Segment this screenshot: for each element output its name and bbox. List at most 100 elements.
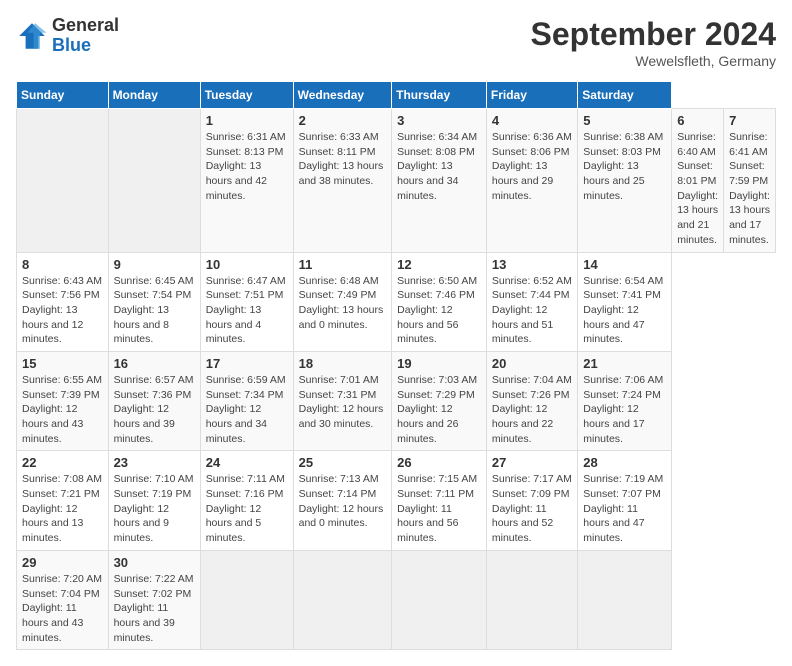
day-number: 15 (22, 356, 103, 371)
day-number: 5 (583, 113, 666, 128)
day-of-week-header: Thursday (392, 82, 487, 109)
day-info: Sunrise: 6:47 AMSunset: 7:51 PMDaylight:… (206, 275, 286, 346)
day-info: Sunrise: 7:10 AMSunset: 7:19 PMDaylight:… (114, 473, 194, 544)
day-number: 16 (114, 356, 195, 371)
day-number: 20 (492, 356, 572, 371)
calendar-header-row: SundayMondayTuesdayWednesdayThursdayFrid… (17, 82, 776, 109)
day-info: Sunrise: 7:20 AMSunset: 7:04 PMDaylight:… (22, 573, 102, 644)
calendar-day-cell: 14 Sunrise: 6:54 AMSunset: 7:41 PMDayligh… (578, 252, 672, 351)
day-number: 29 (22, 555, 103, 570)
calendar-day-cell: 7Sunrise: 6:41 AMSunset: 7:59 PMDaylight… (724, 109, 776, 253)
calendar-day-cell: 12 Sunrise: 6:50 AMSunset: 7:46 PMDayligh… (392, 252, 487, 351)
day-info: Sunrise: 7:01 AMSunset: 7:31 PMDaylight:… (299, 374, 384, 430)
calendar-day-cell: 5 Sunrise: 6:38 AMSunset: 8:03 PMDaylight… (578, 109, 672, 253)
calendar-day-cell (293, 550, 392, 649)
day-number: 26 (397, 455, 481, 470)
day-info: Sunrise: 6:31 AMSunset: 8:13 PMDaylight:… (206, 131, 286, 202)
day-info: Sunrise: 6:45 AMSunset: 7:54 PMDaylight:… (114, 275, 194, 346)
calendar-day-cell: 10 Sunrise: 6:47 AMSunset: 7:51 PMDayligh… (200, 252, 293, 351)
day-info: Sunrise: 7:11 AMSunset: 7:16 PMDaylight:… (206, 473, 285, 544)
calendar-body: 1 Sunrise: 6:31 AMSunset: 8:13 PMDaylight… (17, 109, 776, 650)
day-number: 14 (583, 257, 666, 272)
calendar-day-cell: 24 Sunrise: 7:11 AMSunset: 7:16 PMDayligh… (200, 451, 293, 550)
day-info: Sunrise: 7:15 AMSunset: 7:11 PMDaylight:… (397, 473, 477, 544)
calendar-day-cell: 25Sunrise: 7:13 AMSunset: 7:14 PMDayligh… (293, 451, 392, 550)
day-number: 19 (397, 356, 481, 371)
calendar-day-cell: 1 Sunrise: 6:31 AMSunset: 8:13 PMDaylight… (200, 109, 293, 253)
calendar-week-row: 22 Sunrise: 7:08 AMSunset: 7:21 PMDayligh… (17, 451, 776, 550)
day-number: 13 (492, 257, 572, 272)
calendar-day-cell: 6 Sunrise: 6:40 AMSunset: 8:01 PMDaylight… (672, 109, 724, 253)
day-number: 30 (114, 555, 195, 570)
day-of-week-header: Monday (108, 82, 200, 109)
calendar-table: SundayMondayTuesdayWednesdayThursdayFrid… (16, 81, 776, 650)
day-info: Sunrise: 6:48 AMSunset: 7:49 PMDaylight:… (299, 275, 384, 331)
day-info: Sunrise: 7:03 AMSunset: 7:29 PMDaylight:… (397, 374, 477, 445)
calendar-day-cell: 4 Sunrise: 6:36 AMSunset: 8:06 PMDaylight… (486, 109, 577, 253)
day-of-week-header: Tuesday (200, 82, 293, 109)
calendar-day-cell: 27 Sunrise: 7:17 AMSunset: 7:09 PMDayligh… (486, 451, 577, 550)
calendar-day-cell: 18 Sunrise: 7:01 AMSunset: 7:31 PMDayligh… (293, 351, 392, 450)
day-info: Sunrise: 6:40 AMSunset: 8:01 PMDaylight:… (677, 131, 718, 246)
day-number: 27 (492, 455, 572, 470)
calendar-day-cell: 13 Sunrise: 6:52 AMSunset: 7:44 PMDayligh… (486, 252, 577, 351)
calendar-week-row: 1 Sunrise: 6:31 AMSunset: 8:13 PMDaylight… (17, 109, 776, 253)
calendar-day-cell: 19 Sunrise: 7:03 AMSunset: 7:29 PMDayligh… (392, 351, 487, 450)
day-info: Sunrise: 7:13 AMSunset: 7:14 PMDaylight:… (299, 473, 384, 529)
calendar-day-cell: 22 Sunrise: 7:08 AMSunset: 7:21 PMDayligh… (17, 451, 109, 550)
day-info: Sunrise: 6:54 AMSunset: 7:41 PMDaylight:… (583, 275, 663, 346)
title-block: September 2024 Wewelsfleth, Germany (531, 16, 776, 69)
day-info: Sunrise: 7:17 AMSunset: 7:09 PMDaylight:… (492, 473, 572, 544)
calendar-day-cell (200, 550, 293, 649)
day-info: Sunrise: 6:55 AMSunset: 7:39 PMDaylight:… (22, 374, 102, 445)
day-number: 22 (22, 455, 103, 470)
day-number: 18 (299, 356, 387, 371)
day-info: Sunrise: 6:50 AMSunset: 7:46 PMDaylight:… (397, 275, 477, 346)
calendar-week-row: 15 Sunrise: 6:55 AMSunset: 7:39 PMDayligh… (17, 351, 776, 450)
calendar-day-cell: 17 Sunrise: 6:59 AMSunset: 7:34 PMDayligh… (200, 351, 293, 450)
calendar-day-cell: 15 Sunrise: 6:55 AMSunset: 7:39 PMDayligh… (17, 351, 109, 450)
calendar-day-cell (486, 550, 577, 649)
day-info: Sunrise: 6:36 AMSunset: 8:06 PMDaylight:… (492, 131, 572, 202)
day-number: 1 (206, 113, 288, 128)
logo: General Blue (16, 16, 119, 56)
day-number: 12 (397, 257, 481, 272)
day-info: Sunrise: 6:52 AMSunset: 7:44 PMDaylight:… (492, 275, 572, 346)
calendar-week-row: 8Sunrise: 6:43 AMSunset: 7:56 PMDaylight… (17, 252, 776, 351)
page-header: General Blue September 2024 Wewelsfleth,… (16, 16, 776, 69)
logo-text: General Blue (52, 16, 119, 56)
empty-cell (108, 109, 200, 253)
calendar-day-cell: 3 Sunrise: 6:34 AMSunset: 8:08 PMDaylight… (392, 109, 487, 253)
day-info: Sunrise: 7:22 AMSunset: 7:02 PMDaylight:… (114, 573, 194, 644)
day-info: Sunrise: 6:59 AMSunset: 7:34 PMDaylight:… (206, 374, 286, 445)
day-number: 2 (299, 113, 387, 128)
day-info: Sunrise: 7:08 AMSunset: 7:21 PMDaylight:… (22, 473, 102, 544)
location: Wewelsfleth, Germany (531, 53, 776, 69)
calendar-day-cell: 8Sunrise: 6:43 AMSunset: 7:56 PMDaylight… (17, 252, 109, 351)
day-info: Sunrise: 6:34 AMSunset: 8:08 PMDaylight:… (397, 131, 477, 202)
calendar-day-cell: 2 Sunrise: 6:33 AMSunset: 8:11 PMDaylight… (293, 109, 392, 253)
calendar-day-cell: 26 Sunrise: 7:15 AMSunset: 7:11 PMDayligh… (392, 451, 487, 550)
calendar-day-cell (392, 550, 487, 649)
day-info: Sunrise: 6:33 AMSunset: 8:11 PMDaylight:… (299, 131, 384, 187)
day-info: Sunrise: 6:38 AMSunset: 8:03 PMDaylight:… (583, 131, 663, 202)
calendar-day-cell: 16Sunrise: 6:57 AMSunset: 7:36 PMDayligh… (108, 351, 200, 450)
calendar-day-cell: 30 Sunrise: 7:22 AMSunset: 7:02 PMDayligh… (108, 550, 200, 649)
day-info: Sunrise: 7:04 AMSunset: 7:26 PMDaylight:… (492, 374, 572, 445)
day-number: 6 (677, 113, 718, 128)
calendar-day-cell: 9Sunrise: 6:45 AMSunset: 7:54 PMDaylight… (108, 252, 200, 351)
calendar-day-cell: 21 Sunrise: 7:06 AMSunset: 7:24 PMDayligh… (578, 351, 672, 450)
day-number: 24 (206, 455, 288, 470)
day-number: 4 (492, 113, 572, 128)
logo-icon (16, 20, 48, 52)
month-title: September 2024 (531, 16, 776, 53)
day-info: Sunrise: 7:06 AMSunset: 7:24 PMDaylight:… (583, 374, 663, 445)
day-number: 17 (206, 356, 288, 371)
day-number: 10 (206, 257, 288, 272)
empty-cell (17, 109, 109, 253)
day-number: 28 (583, 455, 666, 470)
calendar-day-cell: 28Sunrise: 7:19 AMSunset: 7:07 PMDayligh… (578, 451, 672, 550)
calendar-week-row: 29 Sunrise: 7:20 AMSunset: 7:04 PMDayligh… (17, 550, 776, 649)
day-number: 3 (397, 113, 481, 128)
day-number: 21 (583, 356, 666, 371)
